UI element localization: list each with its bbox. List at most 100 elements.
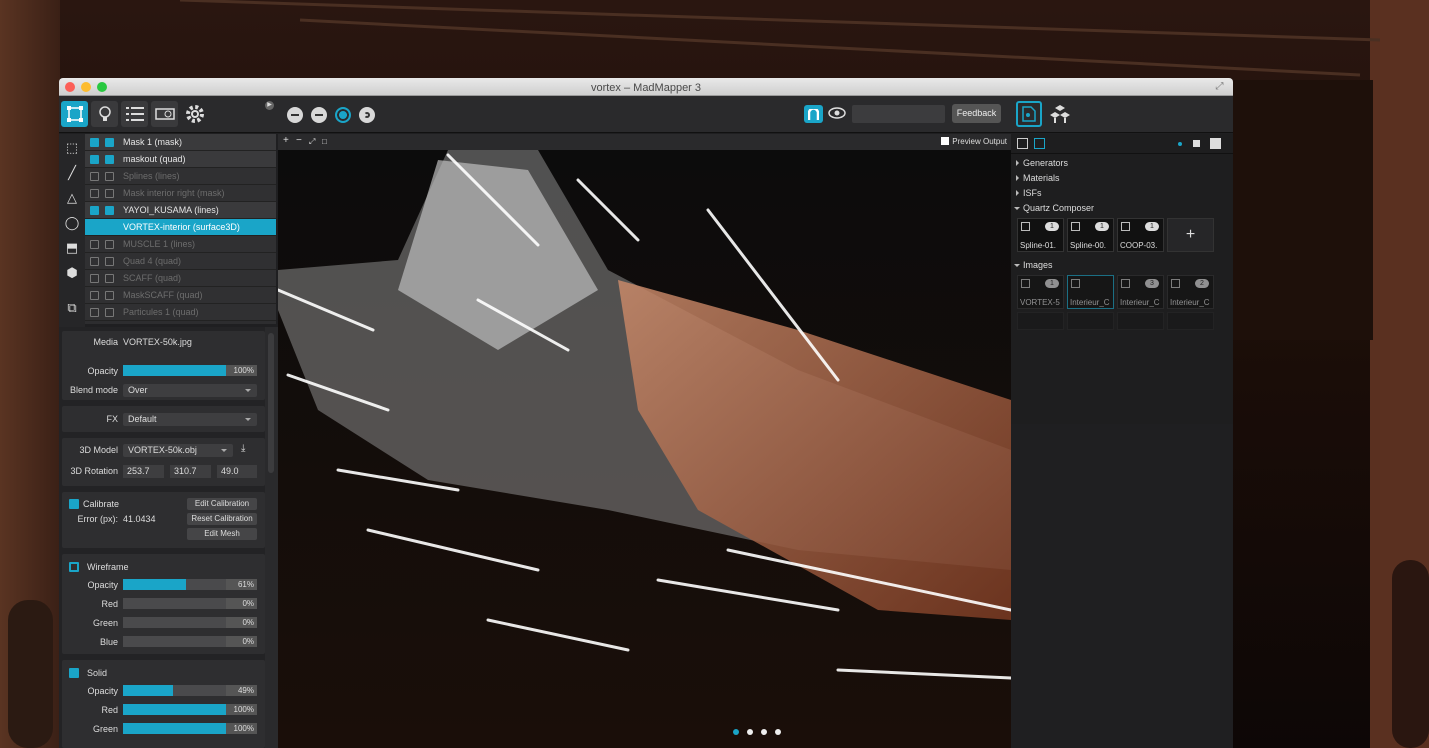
thumbnail[interactable]: 2 Interieur_C <box>1167 275 1214 309</box>
tree-images[interactable]: Images <box>1011 258 1053 273</box>
layer-solo-toggle[interactable] <box>105 172 114 181</box>
edit-calibration-button[interactable]: Edit Calibration <box>187 498 257 510</box>
minus-circle-icon[interactable] <box>311 107 327 123</box>
layer-visibility-toggle[interactable] <box>90 308 99 317</box>
wireframe-checkbox[interactable] <box>69 562 79 572</box>
add-mask-icon[interactable]: ⬒ <box>64 240 80 256</box>
add-group-icon[interactable]: ⧉ <box>64 300 80 316</box>
layer-visibility-toggle[interactable] <box>90 189 99 198</box>
opacity-slider[interactable]: 100% <box>123 365 257 376</box>
preview-checkbox[interactable] <box>941 137 950 145</box>
rotation-y-field[interactable]: 310.7 <box>170 465 211 478</box>
thumb-play-icon[interactable] <box>1121 279 1130 288</box>
tree-generators[interactable]: Generators <box>1011 156 1233 171</box>
layer-solo-toggle[interactable] <box>105 308 114 317</box>
minus-circle-active-icon[interactable] <box>335 107 351 123</box>
size-large-icon[interactable] <box>1210 138 1221 149</box>
thumbnail[interactable]: 3 Interieur_C <box>1117 275 1164 309</box>
thumb-faded[interactable] <box>1017 312 1064 330</box>
list-view-icon[interactable] <box>1017 138 1028 149</box>
layer-visibility-toggle[interactable] <box>90 240 99 249</box>
layer-row[interactable]: MaskSCAFF (quad) <box>85 287 276 304</box>
lightbulb-icon[interactable] <box>91 101 118 127</box>
thumb-faded[interactable] <box>1117 312 1164 330</box>
zoom-out-icon[interactable]: − <box>296 135 302 146</box>
layer-visibility-toggle[interactable] <box>90 291 99 300</box>
thumbnail[interactable]: 1 Spline-01. <box>1017 218 1064 252</box>
blend-mode-select[interactable]: Over <box>123 384 257 397</box>
fx-select[interactable]: Default <box>123 413 257 426</box>
surface-tool-icon[interactable] <box>61 101 88 127</box>
add-3d-icon[interactable]: ⬢ <box>64 265 80 281</box>
frame-icon[interactable]: □ <box>322 137 327 146</box>
preview-output-toggle[interactable]: Preview Output <box>941 137 1007 146</box>
thumbnail[interactable]: 1 VORTEX-5 <box>1017 275 1064 309</box>
layer-visibility-toggle[interactable] <box>90 172 99 181</box>
menu-circle-icon[interactable] <box>287 107 303 123</box>
thumbnail[interactable]: Interieur_C <box>1067 275 1114 309</box>
layer-solo-toggle[interactable] <box>105 189 114 198</box>
carousel-dot[interactable] <box>747 729 753 735</box>
size-small-icon[interactable] <box>1178 142 1182 146</box>
layer-visibility-toggle[interactable] <box>90 206 99 215</box>
eye-icon[interactable] <box>828 106 848 122</box>
solid-opacity-slider[interactable]: 49% <box>123 685 257 696</box>
wireframe-green-slider[interactable]: 0% <box>123 617 257 628</box>
output-dropdown[interactable] <box>852 105 945 123</box>
add-triangle-icon[interactable]: △ <box>64 190 80 206</box>
layer-solo-toggle[interactable] <box>105 206 114 215</box>
calibrate-checkbox[interactable] <box>69 499 79 509</box>
carousel-dot[interactable] <box>761 729 767 735</box>
wireframe-red-slider[interactable]: 0% <box>123 598 257 609</box>
carousel-dot[interactable] <box>775 729 781 735</box>
carousel-dot[interactable] <box>733 729 739 735</box>
tree-isfs[interactable]: ISFs <box>1011 186 1233 201</box>
layer-row[interactable]: Particules 1 (quad) <box>85 304 276 321</box>
thumb-faded[interactable] <box>1067 312 1114 330</box>
properties-scrollbar[interactable] <box>265 327 278 748</box>
magnet-icon[interactable] <box>804 105 823 123</box>
add-line-icon[interactable]: ╱ <box>64 165 80 181</box>
size-medium-icon[interactable] <box>1193 140 1200 147</box>
wireframe-opacity-slider[interactable]: 61% <box>123 579 257 590</box>
image-view-icon[interactable] <box>1034 138 1045 149</box>
add-quad-icon[interactable]: ⬚ <box>64 140 80 156</box>
layer-row[interactable]: Mask 1 (mask) <box>85 134 276 151</box>
thumb-faded[interactable] <box>1167 312 1214 330</box>
thumb-play-icon[interactable] <box>1021 222 1030 231</box>
edit-mesh-button[interactable]: Edit Mesh <box>187 528 257 540</box>
rotation-z-field[interactable]: 49.0 <box>217 465 257 478</box>
download-icon[interactable]: ⤓ <box>241 443 245 454</box>
tree-quartz-composer[interactable]: Quartz Composer <box>1011 201 1233 216</box>
viewport-canvas[interactable] <box>278 150 1011 748</box>
model-select[interactable]: VORTEX-50k.obj <box>123 444 233 457</box>
fullscreen-icon[interactable]: ⤢ <box>1214 81 1225 92</box>
layer-row[interactable]: maskout (quad) <box>85 151 276 168</box>
layer-solo-toggle[interactable] <box>105 274 114 283</box>
tree-materials[interactable]: Materials <box>1011 171 1233 186</box>
layer-visibility-toggle[interactable] <box>90 223 99 232</box>
layer-row[interactable]: Splines (lines) <box>85 168 276 185</box>
solid-green-slider[interactable]: 100% <box>123 723 257 734</box>
layer-solo-toggle[interactable] <box>105 240 114 249</box>
close-icon[interactable] <box>65 82 75 92</box>
layer-visibility-toggle[interactable] <box>90 155 99 164</box>
layer-row[interactable]: YAYOI_KUSAMA (lines) <box>85 202 276 219</box>
refresh-circle-icon[interactable] <box>359 107 375 123</box>
solid-checkbox[interactable] <box>69 668 79 678</box>
layer-row[interactable]: VORTEX-interior (surface3D) <box>85 219 276 236</box>
zoom-in-icon[interactable]: + <box>283 135 289 146</box>
gear-icon[interactable] <box>181 101 208 127</box>
thumb-play-icon[interactable] <box>1121 222 1130 231</box>
layer-solo-toggle[interactable] <box>105 291 114 300</box>
layer-solo-toggle[interactable] <box>105 138 114 147</box>
thumb-play-icon[interactable] <box>1021 279 1030 288</box>
layer-row[interactable]: SCAFF (quad) <box>85 270 276 287</box>
reset-calibration-button[interactable]: Reset Calibration <box>187 513 257 525</box>
thumb-play-icon[interactable] <box>1071 279 1080 288</box>
projector-icon[interactable] <box>151 101 178 127</box>
layer-visibility-toggle[interactable] <box>90 138 99 147</box>
solid-red-slider[interactable]: 100% <box>123 704 257 715</box>
thumb-play-icon[interactable] <box>1071 222 1080 231</box>
wireframe-blue-slider[interactable]: 0% <box>123 636 257 647</box>
